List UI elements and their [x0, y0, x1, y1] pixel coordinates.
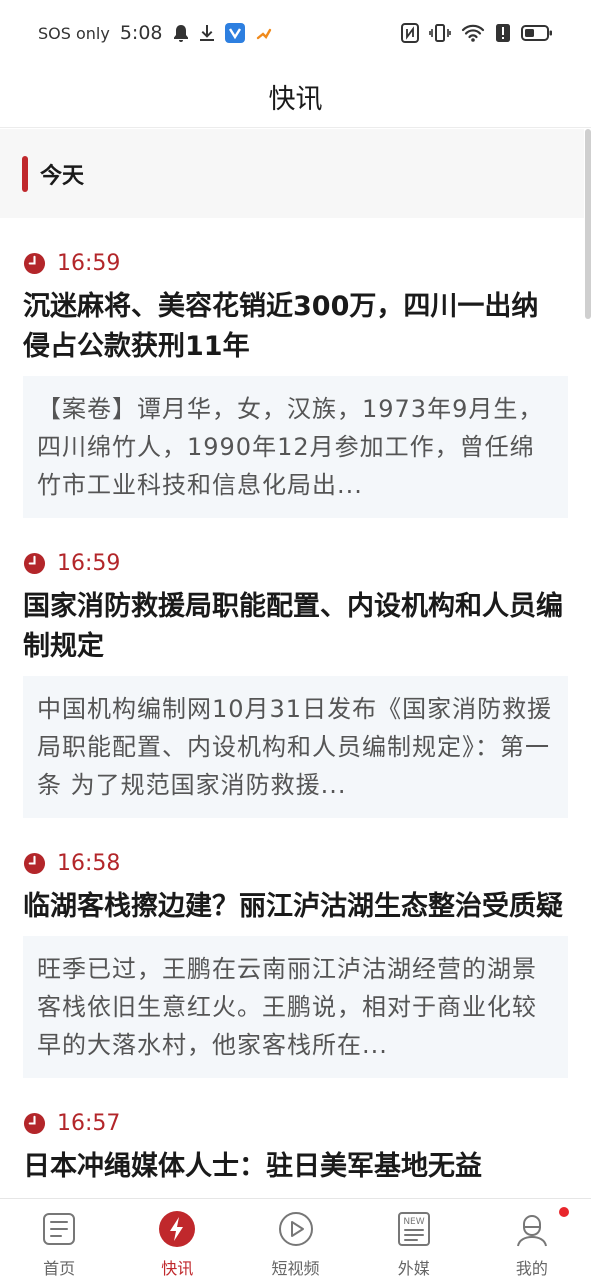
section-accent-bar: [22, 155, 28, 192]
news-summary-text: 中国机构编制网10月31日发布《国家消防救援局职能配置、内设机构和人员编制规定》…: [37, 695, 553, 799]
page-title: 快讯: [268, 84, 323, 115]
news-feed[interactable]: 16:59 沉迷麻将、美容花销近300万，四川一出纳侵占公款获刑11年 【案卷】…: [0, 218, 584, 1198]
svg-text:NEW: NEW: [403, 1217, 424, 1227]
news-summary[interactable]: 中国机构编制网10月31日发布《国家消防救援局职能配置、内设机构和人员编制规定》…: [23, 676, 568, 818]
status-bar: SOS only 5:08: [0, 0, 591, 66]
news-time-row: 16:57: [23, 1108, 568, 1138]
notification-dot: [559, 1207, 570, 1217]
news-item[interactable]: 16:57 日本冲绳媒体人士：驻日美军基地无益: [0, 1108, 584, 1187]
news-summary[interactable]: 旺季已过，王鹏在云南丽江泸沽湖经营的湖景客栈依旧生意红火。王鹏说，相对于商业化较…: [23, 936, 568, 1078]
news-summary[interactable]: 【案卷】谭月华，女，汉族，1973年9月生，四川绵竹人，1990年12月参加工作…: [23, 376, 568, 518]
clock-icon: [23, 852, 46, 874]
news-title[interactable]: 临湖客栈擦边建？丽江泸沽湖生态整治受质疑: [23, 887, 563, 927]
section-label: 今天: [40, 163, 85, 189]
news-icon: NEW: [394, 1209, 434, 1249]
carrier-text: SOS only: [38, 23, 110, 43]
news-time: 16:59: [57, 550, 121, 576]
flash-icon: [157, 1209, 197, 1249]
scrollbar[interactable]: [585, 129, 591, 319]
nav-mine[interactable]: 我的: [473, 1199, 591, 1280]
bell-icon: [173, 24, 189, 42]
user-icon: [512, 1209, 552, 1249]
news-time: 16:58: [57, 850, 121, 876]
nav-home[interactable]: 首页: [0, 1199, 118, 1280]
clock-icon: [23, 252, 46, 274]
app-header: 快讯: [0, 66, 591, 128]
nfc-icon: [401, 23, 419, 43]
home-doc-icon: [39, 1209, 79, 1249]
news-time-row: 16:58: [23, 848, 568, 878]
runner-icon: [255, 24, 273, 42]
nav-label: 首页: [43, 1259, 76, 1278]
clock-time: 5:08: [119, 22, 163, 44]
nav-foreign-media[interactable]: NEW 外媒: [355, 1199, 473, 1280]
news-time-row: 16:59: [23, 548, 568, 578]
vibrate-icon: [429, 23, 451, 43]
download-icon: [199, 24, 215, 42]
alert-icon: [495, 23, 511, 43]
battery-icon: [521, 23, 553, 43]
news-item[interactable]: 16:58 临湖客栈擦边建？丽江泸沽湖生态整治受质疑 旺季已过，王鹏在云南丽江泸…: [0, 848, 584, 1078]
news-time: 16:57: [57, 1110, 121, 1136]
news-summary-text: 旺季已过，王鹏在云南丽江泸沽湖经营的湖景客栈依旧生意红火。王鹏说，相对于商业化较…: [37, 955, 537, 1059]
news-item[interactable]: 16:59 沉迷麻将、美容花销近300万，四川一出纳侵占公款获刑11年 【案卷】…: [0, 248, 584, 518]
nav-short-video[interactable]: 短视频: [236, 1199, 354, 1280]
news-time: 16:59: [57, 250, 121, 276]
nav-label: 我的: [515, 1259, 548, 1278]
news-title[interactable]: 国家消防救援局职能配置、内设机构和人员编制规定: [23, 587, 563, 667]
app-badge-icon: [224, 23, 245, 43]
news-item[interactable]: 16:59 国家消防救援局职能配置、内设机构和人员编制规定 中国机构编制网10月…: [0, 548, 584, 818]
news-time-row: 16:59: [23, 248, 568, 278]
wifi-icon: [461, 23, 485, 43]
status-left: SOS only 5:08: [38, 22, 273, 44]
nav-flash[interactable]: 快讯: [118, 1199, 236, 1280]
news-summary-text: 【案卷】谭月华，女，汉族，1973年9月生，四川绵竹人，1990年12月参加工作…: [37, 395, 544, 499]
play-icon: [276, 1209, 316, 1249]
bottom-nav: 首页 快讯 短视频 NEW 外媒 我的: [0, 1198, 591, 1280]
news-title[interactable]: 日本冲绳媒体人士：驻日美军基地无益: [23, 1147, 563, 1187]
nav-label: 短视频: [271, 1259, 320, 1278]
nav-label: 外媒: [397, 1259, 430, 1278]
status-right: [401, 23, 553, 43]
nav-label: 快讯: [161, 1259, 194, 1278]
date-section-header: 今天: [0, 129, 584, 218]
clock-icon: [23, 1112, 46, 1134]
news-title[interactable]: 沉迷麻将、美容花销近300万，四川一出纳侵占公款获刑11年: [23, 287, 563, 367]
clock-icon: [23, 552, 46, 574]
